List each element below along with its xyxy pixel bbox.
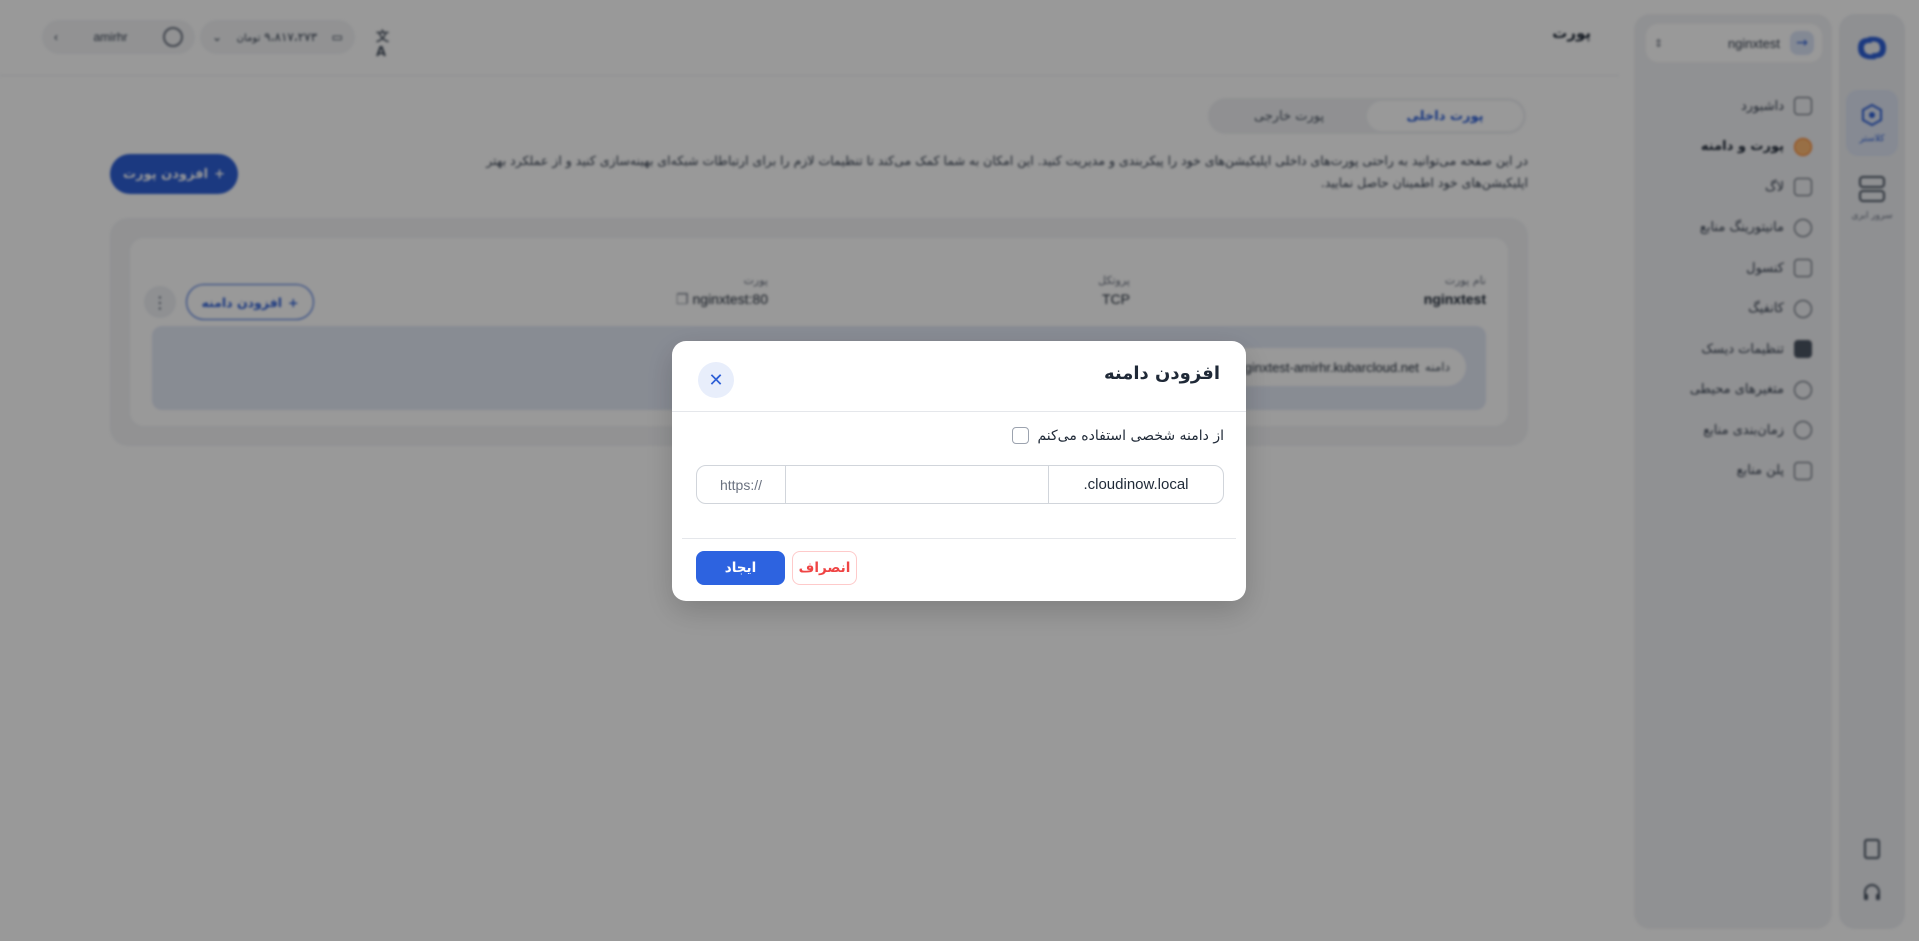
modal-title: افزودن دامنه xyxy=(1103,363,1220,384)
cancel-button[interactable]: انصراف xyxy=(792,551,857,585)
url-suffix: .cloudinow.local xyxy=(1083,476,1189,493)
add-domain-modal: افزودن دامنه ✕ از دامنه شخصی استفاده می‌… xyxy=(672,341,1246,601)
custom-domain-label: از دامنه شخصی استفاده می‌کنم xyxy=(1037,427,1224,444)
custom-domain-option[interactable]: از دامنه شخصی استفاده می‌کنم xyxy=(1012,427,1224,444)
url-prefix: https:// xyxy=(697,466,786,503)
close-button[interactable]: ✕ xyxy=(698,362,734,398)
domain-input-group: https:// .cloudinow.local xyxy=(696,465,1224,504)
create-button[interactable]: ایجاد xyxy=(696,551,785,585)
custom-domain-checkbox[interactable] xyxy=(1012,427,1030,444)
close-icon: ✕ xyxy=(708,369,724,391)
divider xyxy=(672,411,1246,412)
divider xyxy=(682,538,1236,539)
subdomain-input[interactable] xyxy=(786,466,1049,503)
